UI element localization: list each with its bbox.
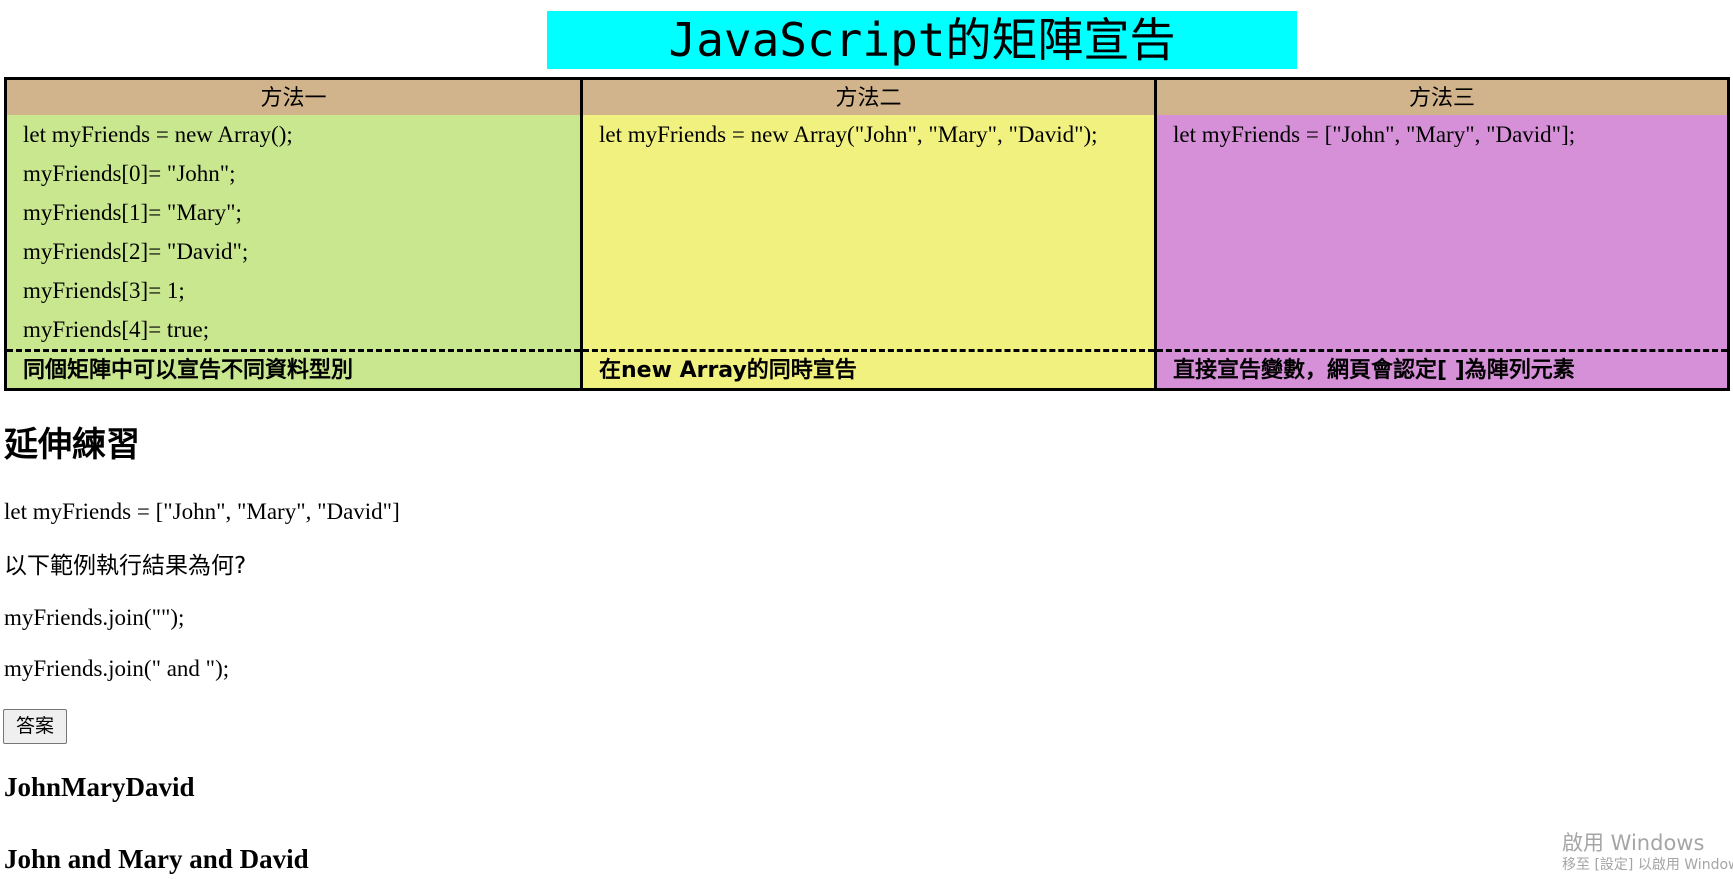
method-three-code: let myFriends = ["John", "Mary", "David"…	[1157, 115, 1727, 154]
page-title: JavaScript的矩陣宣告	[547, 11, 1297, 69]
join-and-example: myFriends.join(" and ");	[4, 656, 230, 681]
watermark-sub-text: 移至 [設定] 以啟用 Windows	[1562, 857, 1733, 873]
method-one-header: 方法一	[7, 80, 580, 115]
method-two-code: let myFriends = new Array("John", "Mary"…	[583, 115, 1154, 154]
code-line: myFriends[1]= "Mary";	[23, 200, 242, 225]
method-three-header: 方法三	[1157, 80, 1727, 115]
example-array-declaration: let myFriends = ["John", "Mary", "David"…	[4, 499, 400, 524]
method-three-note: 直接宣告變數，網頁會認定[ ]為陣列元素	[1157, 349, 1727, 388]
exercise-question: 以下範例執行結果為何?	[4, 553, 247, 579]
join-empty-result: JohnMaryDavid	[4, 772, 195, 802]
method-two-header: 方法二	[583, 80, 1154, 115]
method-two-note: 在new Array的同時宣告	[583, 349, 1154, 388]
methods-table: 方法一 let myFriends = new Array(); myFrien…	[4, 77, 1730, 391]
code-line: let myFriends = ["John", "Mary", "David"…	[1173, 122, 1576, 147]
method-one-code: let myFriends = new Array(); myFriends[0…	[7, 115, 580, 349]
code-line: myFriends[0]= "John";	[23, 161, 236, 186]
method-one-note: 同個矩陣中可以宣告不同資料型別	[7, 349, 580, 388]
code-line: let myFriends = new Array("John", "Mary"…	[599, 122, 1098, 147]
method-three-column: 方法三 let myFriends = ["John", "Mary", "Da…	[1154, 80, 1727, 388]
watermark-main-text: 啟用 Windows	[1562, 831, 1705, 855]
code-line: let myFriends = new Array();	[23, 122, 293, 147]
code-line: myFriends[2]= "David";	[23, 239, 249, 264]
join-and-result: John and Mary and David	[4, 844, 309, 874]
windows-activation-watermark: 啟用 Windows 移至 [設定] 以啟用 Windows	[1562, 831, 1733, 874]
join-empty-example: myFriends.join("");	[4, 605, 185, 630]
method-two-column: 方法二 let myFriends = new Array("John", "M…	[580, 80, 1154, 388]
method-one-column: 方法一 let myFriends = new Array(); myFrien…	[7, 80, 580, 388]
extension-practice-heading: 延伸練習	[4, 425, 140, 465]
code-line: myFriends[3]= 1;	[23, 278, 185, 303]
code-line: myFriends[4]= true;	[23, 317, 210, 342]
answer-button[interactable]: 答案	[3, 709, 67, 744]
